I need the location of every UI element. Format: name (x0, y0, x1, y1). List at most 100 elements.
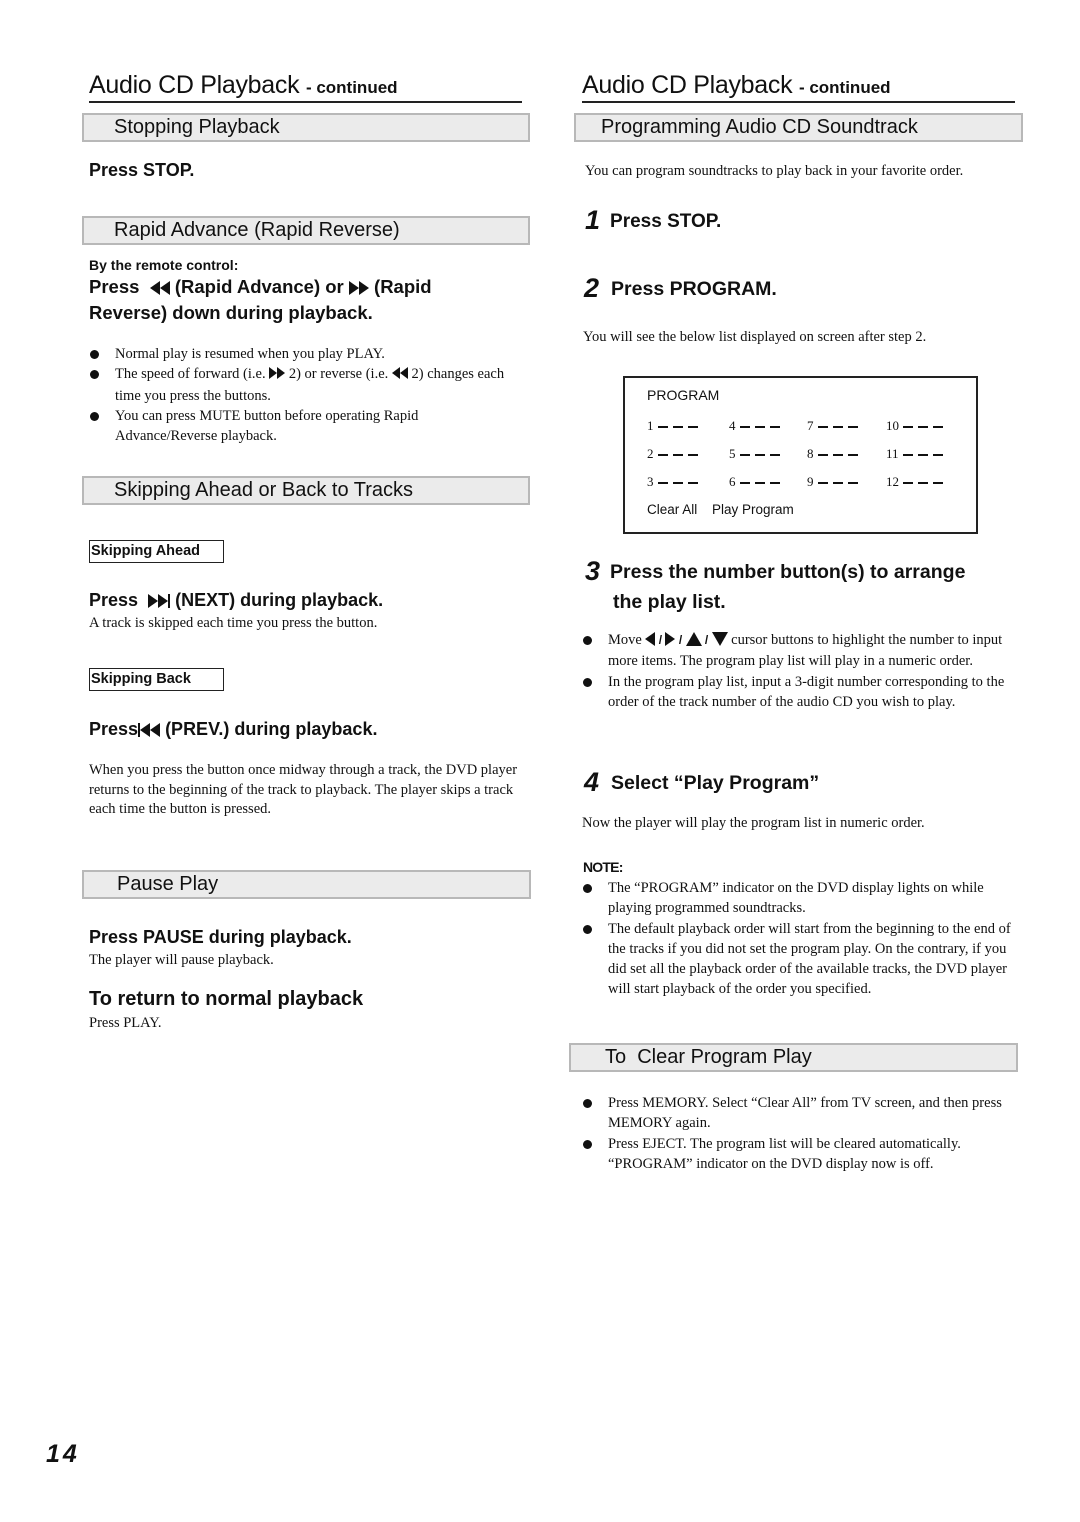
section-skipping: Skipping Ahead or Back to Tracks (82, 476, 530, 505)
digit-placeholder (832, 482, 843, 484)
note-bullets: The “PROGRAM” indicator on the DVD displ… (583, 878, 1015, 1000)
digit-placeholder (832, 454, 843, 456)
program-slot-number: 2 (647, 446, 654, 461)
program-slot-number: 10 (886, 418, 899, 433)
list-item: Press EJECT. The program list will be cl… (583, 1134, 1015, 1175)
note-label: NOTE: (583, 859, 623, 875)
program-slot-10[interactable]: 10 (886, 418, 943, 434)
left-page-title: Audio CD Playback - continued (89, 70, 522, 103)
digit-placeholder (847, 426, 858, 428)
program-slot-4[interactable]: 4 (729, 418, 780, 434)
next-note: A track is skipped each time you press t… (89, 615, 378, 631)
program-slot-number: 6 (729, 474, 736, 489)
digit-placeholder (769, 482, 780, 484)
list-item: In the program play list, input a 3-digi… (583, 672, 1015, 713)
digit-placeholder (687, 426, 698, 428)
step-text: Select “Play Program” (611, 772, 820, 794)
digit-placeholder (817, 426, 828, 428)
skipping-back-label: Skipping Back (89, 668, 224, 691)
right-page-title: Audio CD Playback - continued (582, 70, 1015, 103)
digit-placeholder (832, 426, 843, 428)
step-text: Press STOP. (610, 211, 722, 232)
program-slot-3[interactable]: 3 (647, 474, 698, 490)
program-slot-2[interactable]: 2 (647, 446, 698, 462)
list-item: Normal play is resumed when you play PLA… (90, 344, 530, 364)
bullet-icon (90, 350, 99, 359)
program-slot-5[interactable]: 5 (729, 446, 780, 462)
digit-placeholder (739, 426, 750, 428)
rapid-instruction: Press (Rapid Advance) or (Rapid (89, 274, 432, 301)
rapid-part2: (Rapid (374, 276, 432, 297)
program-slot-1[interactable]: 1 (647, 418, 698, 434)
rapid-press: Press (89, 276, 140, 297)
digit-placeholder (739, 454, 750, 456)
digit-placeholder (903, 426, 913, 428)
page-number: 14 (46, 1440, 80, 1468)
section-heading: Pause Play (117, 873, 219, 895)
pause-instruction: Press PAUSE during playback. (89, 927, 352, 947)
digit-placeholder (769, 426, 780, 428)
program-slot-12[interactable]: 12 (886, 474, 943, 490)
digit-placeholder (754, 482, 765, 484)
program-slot-11[interactable]: 11 (886, 446, 943, 462)
section-heading: Stopping Playback (114, 116, 280, 138)
step-number: 4 (584, 767, 600, 797)
digit-placeholder (903, 482, 913, 484)
program-slot-9[interactable]: 9 (807, 474, 858, 490)
digit-placeholder (687, 482, 698, 484)
digit-placeholder (918, 482, 928, 484)
step-number: 2 (584, 273, 600, 303)
step-2: 2 Press PROGRAM. (584, 273, 777, 304)
digit-placeholder (847, 482, 858, 484)
skipping-ahead-label: Skipping Ahead (89, 540, 224, 563)
section-stopping-playback: Stopping Playback (82, 113, 530, 142)
cursor-up-icon (685, 631, 702, 651)
step3-bullets: Move / / / cursor buttons to highlight t… (583, 630, 1015, 712)
program-slot-number: 9 (807, 474, 814, 489)
digit-placeholder (933, 482, 943, 484)
clear-all-option[interactable]: Clear All (647, 502, 697, 517)
digit-placeholder (933, 426, 943, 428)
section-programming: Programming Audio CD Soundtrack (574, 113, 1023, 142)
stop-instruction: Press STOP. (89, 160, 195, 180)
remote-control-label: By the remote control: (89, 257, 239, 273)
program-slot-number: 4 (729, 418, 736, 433)
bullet-icon (90, 370, 99, 380)
section-heading: Programming Audio CD Soundtrack (601, 116, 918, 138)
play-program-option[interactable]: Play Program (712, 502, 794, 517)
bullet-icon (583, 677, 592, 687)
section-pause-play: Pause Play (82, 870, 531, 899)
list-item: Move / / / cursor buttons to highlight t… (583, 630, 1015, 672)
digit-placeholder (657, 454, 668, 456)
section-heading: Rapid Advance (Rapid Reverse) (114, 219, 400, 241)
fast-rewind-icon (149, 275, 170, 301)
digit-placeholder (672, 482, 683, 484)
section-heading: To Clear Program Play (605, 1046, 812, 1068)
program-slot-number: 1 (647, 418, 654, 433)
digit-placeholder (739, 482, 750, 484)
program-slot-7[interactable]: 7 (807, 418, 858, 434)
step-text: Press PROGRAM. (611, 278, 777, 300)
section-heading: Skipping Ahead or Back to Tracks (114, 479, 414, 501)
bullet-icon (583, 636, 592, 645)
return-note: Press PLAY. (89, 1015, 162, 1031)
digit-placeholder (817, 482, 828, 484)
program-slot-number: 12 (886, 474, 899, 489)
prev-instruction: Press (PREV.) during playback. (89, 716, 377, 743)
programming-intro: You can program soundtracks to play back… (585, 163, 964, 179)
step-number: 1 (585, 205, 601, 235)
list-item: The default playback order will start fr… (583, 919, 1015, 1000)
left-page-title-text: Audio CD Playback (89, 71, 300, 99)
program-slot-number: 3 (647, 474, 654, 489)
cursor-left-icon (645, 631, 656, 651)
program-slot-number: 11 (886, 446, 899, 461)
program-slot-8[interactable]: 8 (807, 446, 858, 462)
rapid-instruction-line2: Reverse) down during playback. (89, 302, 373, 323)
step-3: 3 Press the number button(s) to arrange (585, 556, 965, 587)
digit-placeholder (902, 454, 913, 456)
program-slot-number: 7 (807, 418, 814, 433)
rapid-part1: (Rapid Advance) or (174, 276, 344, 297)
step2-note: You will see the below list displayed on… (583, 329, 927, 345)
program-slot-6[interactable]: 6 (729, 474, 780, 490)
skip-previous-icon (138, 717, 161, 743)
